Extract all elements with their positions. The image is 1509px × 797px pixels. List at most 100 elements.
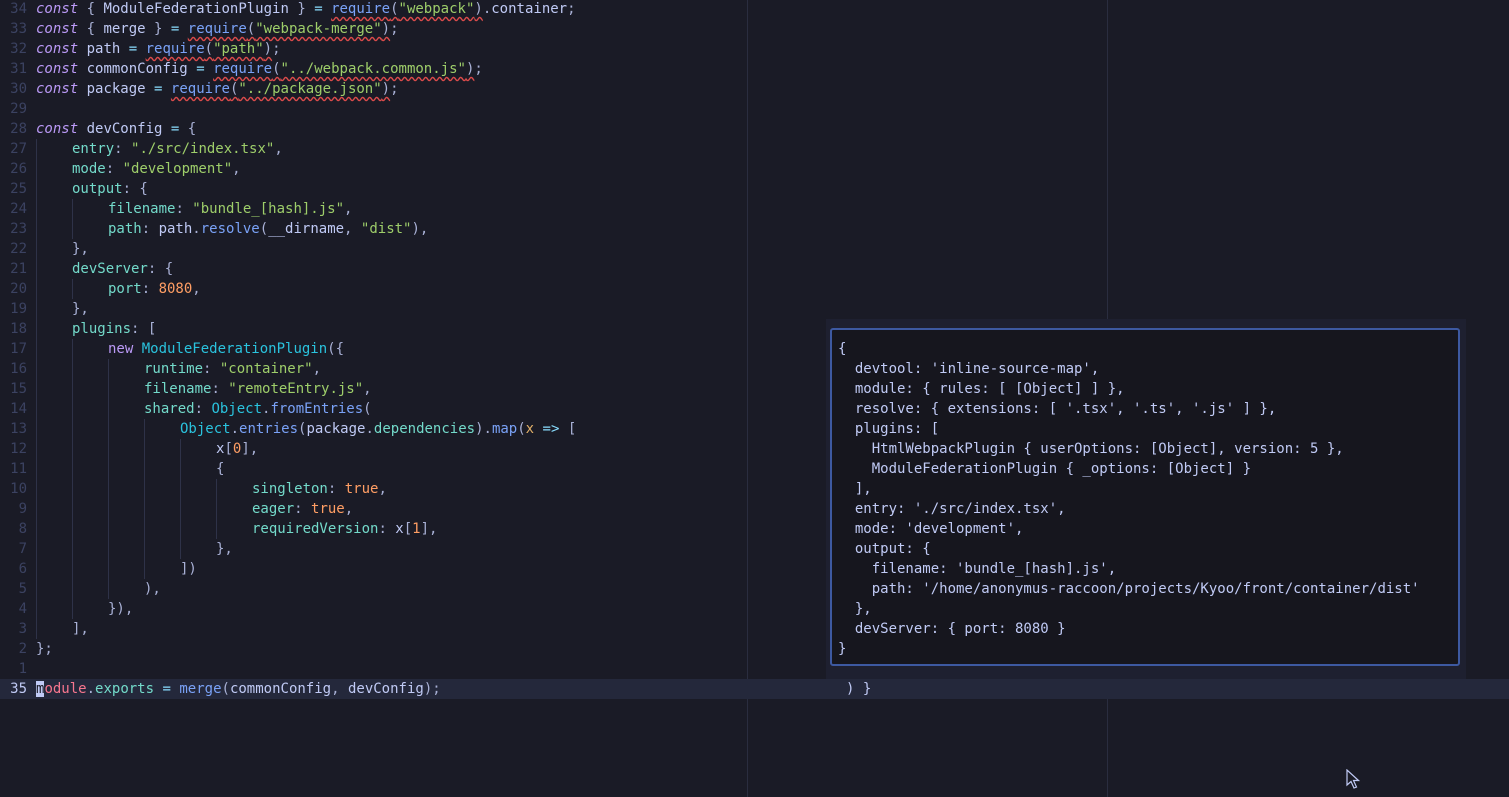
- code-token: require: [170, 81, 230, 97]
- code-line[interactable]: 23 path: path.resolve(__dirname, "dist"),: [0, 219, 1509, 239]
- code-token: :: [378, 521, 396, 537]
- code-line[interactable]: 24 filename: "bundle_[hash].js",: [0, 199, 1509, 219]
- code-line[interactable]: 22},: [0, 239, 1509, 259]
- code-token: x: [395, 521, 404, 537]
- code-token: "dist": [360, 221, 412, 237]
- code-token: filename: [108, 201, 176, 217]
- code-token: ).: [475, 421, 492, 437]
- code-line[interactable]: 21 devServer: {: [0, 259, 1509, 279]
- line-number: 14: [10, 401, 27, 417]
- line-number: 23: [10, 221, 27, 237]
- code-token: =: [128, 41, 138, 57]
- indent-guide: [36, 219, 37, 239]
- line-number: 20: [10, 281, 27, 297]
- indent-guide: [72, 519, 73, 539]
- indent-guide: [180, 439, 181, 459]
- code-line[interactable]: 35 module.exports = merge(commonConfig, d…: [0, 679, 1509, 699]
- code-line[interactable]: 34 const { ModuleFederationPlugin } = req…: [0, 0, 1509, 19]
- indent-guide: [36, 479, 37, 499]
- code-token: requiredVersion: [252, 521, 379, 537]
- indent-guide: [144, 499, 145, 519]
- code-text: const package = require("../package.json…: [36, 79, 399, 99]
- code-token: ;: [474, 61, 483, 77]
- code-token: resolve: [200, 221, 260, 237]
- code-text: module.exports = merge(commonConfig, dev…: [36, 679, 441, 699]
- code-token: :: [211, 381, 229, 397]
- line-number: 15: [10, 381, 27, 397]
- line-number: 7: [18, 541, 27, 557]
- code-token: =: [196, 61, 205, 77]
- code-line[interactable]: 31 const commonConfig = require("../webpa…: [0, 59, 1509, 79]
- code-token: devConfig: [347, 681, 424, 697]
- indent-guide: [144, 559, 145, 579]
- indent-guide: [180, 459, 181, 479]
- code-token: true: [311, 501, 345, 517]
- code-line[interactable]: 33 const { merge } = require("webpack-mer…: [0, 19, 1509, 39]
- code-text: runtime: "container",: [144, 359, 321, 379]
- code-text: requiredVersion: x[1],: [252, 519, 437, 539]
- line-number: 10: [10, 481, 27, 497]
- code-token: .: [365, 421, 374, 437]
- code-line[interactable]: 32 const path = require("path");: [0, 39, 1509, 59]
- code-token: {: [78, 1, 104, 17]
- code-token: merge: [179, 681, 222, 697]
- code-line[interactable]: 29: [0, 99, 1509, 119]
- line-number: 3: [18, 621, 27, 637]
- code-token: .: [230, 421, 240, 437]
- code-line[interactable]: 19},: [0, 299, 1509, 319]
- code-line[interactable]: 25 output: {: [0, 179, 1509, 199]
- code-token: ,: [192, 281, 201, 297]
- indent-guide: [108, 459, 109, 479]
- line-number: 1: [18, 661, 27, 677]
- line-number: 6: [18, 561, 27, 577]
- code-token: entries: [239, 421, 299, 437]
- indent-guide: [72, 439, 73, 459]
- code-token: }: [145, 21, 171, 37]
- line-number: 28: [10, 121, 27, 137]
- indent-guide: [36, 259, 37, 279]
- code-token: ,: [344, 221, 361, 237]
- indent-guide: [216, 479, 217, 499]
- code-line[interactable]: 30 const package = require("../package.js…: [0, 79, 1509, 99]
- code-text: new ModuleFederationPlugin({: [108, 339, 344, 359]
- indent-guide: [72, 379, 73, 399]
- code-token: :: [141, 281, 159, 297]
- code-text: const { merge } = require("webpack-merge…: [36, 19, 399, 39]
- code-token: "bundle_[hash].js": [192, 201, 345, 217]
- code-line[interactable]: 28 const devConfig = {: [0, 119, 1509, 139]
- code-text: filename: "remoteEntry.js",: [144, 379, 372, 399]
- code-text: ],: [72, 619, 89, 639]
- indent-guide: [144, 539, 145, 559]
- line-number: 29: [10, 101, 27, 117]
- code-token: Object: [211, 401, 263, 417]
- code-line[interactable]: 20 port: 8080,: [0, 279, 1509, 299]
- indent-guide: [108, 439, 109, 459]
- code-token: ;: [567, 1, 576, 17]
- indent-guide: [180, 499, 181, 519]
- indent-guide: [72, 359, 73, 379]
- indent-guide: [36, 239, 37, 259]
- code-text: }),: [108, 599, 133, 619]
- code-token: package: [306, 421, 366, 437]
- indent-guide: [108, 579, 109, 599]
- evaluation-popup[interactable]: { devtool: 'inline-source-map', module: …: [830, 328, 1460, 666]
- code-text: plugins: [: [72, 319, 156, 339]
- code-token: (: [272, 61, 281, 77]
- code-line[interactable]: 26 mode: "development",: [0, 159, 1509, 179]
- code-token: plugins: [72, 321, 132, 337]
- line-number: 12: [10, 441, 27, 457]
- indent-guide: [36, 439, 37, 459]
- code-line[interactable]: 27 entry: "./src/index.tsx",: [0, 139, 1509, 159]
- code-text: port: 8080,: [108, 279, 201, 299]
- line-number: 25: [10, 181, 27, 197]
- code-text: singleton: true,: [252, 479, 387, 499]
- code-token: dependencies: [373, 421, 476, 437]
- code-token: {: [78, 21, 104, 37]
- code-token: 1: [412, 521, 421, 537]
- code-token: 8080: [158, 281, 193, 297]
